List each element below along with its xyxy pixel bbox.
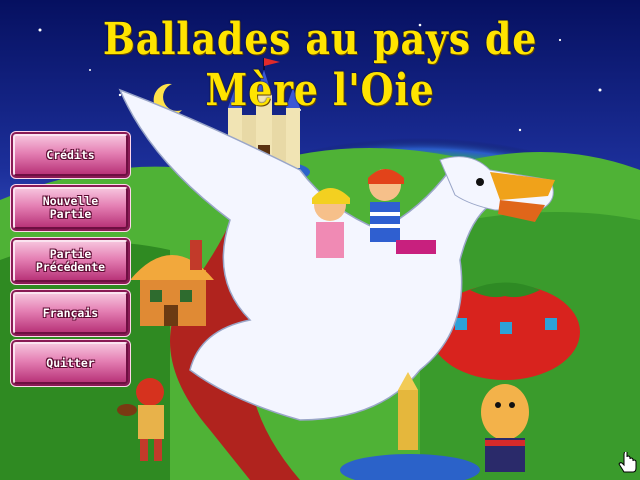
previous-game-button-label: Partie Précédente xyxy=(35,247,106,274)
credits-button[interactable]: Crédits xyxy=(13,134,128,176)
previous-game-button[interactable]: Partie Précédente xyxy=(13,240,128,282)
hand-pointer-icon xyxy=(618,452,637,473)
new-game-button[interactable]: Nouvelle Partie xyxy=(13,187,128,229)
humpty-dumpty xyxy=(481,384,529,472)
credits-button-label: Crédits xyxy=(46,147,95,162)
quit-button[interactable]: Quitter xyxy=(13,342,128,384)
quit-button-label: Quitter xyxy=(46,355,95,370)
game-title: Ballades au pays de Mère l'Oie xyxy=(102,14,538,116)
new-game-button-label: Nouvelle Partie xyxy=(42,194,99,221)
language-button-label: Français xyxy=(42,305,99,320)
language-button[interactable]: Français xyxy=(13,292,128,334)
